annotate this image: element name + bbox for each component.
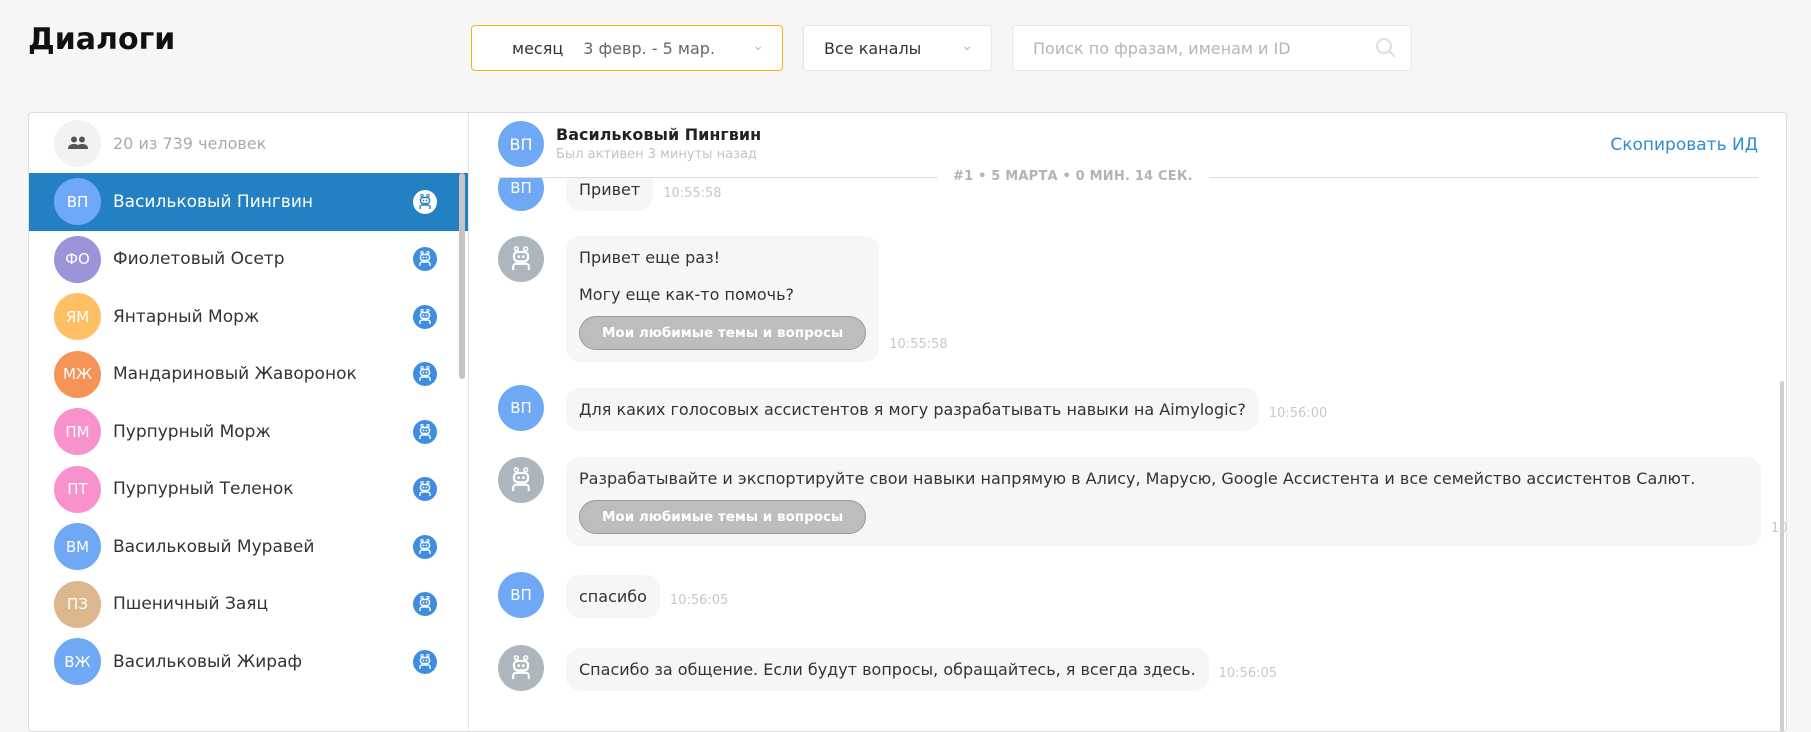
- avatar: ВП: [498, 572, 544, 618]
- bot-icon: [413, 247, 437, 272]
- message-text: Привет еще раз!: [579, 248, 720, 267]
- avatar: ЯМ: [54, 293, 101, 341]
- quick-reply-button[interactable]: Мои любимые темы и вопросы: [579, 500, 867, 534]
- message-time: 10:56:05: [669, 593, 729, 608]
- user-list-item[interactable]: ПМ Пурпурный Морж: [29, 403, 468, 461]
- bot-icon: [413, 304, 437, 329]
- bot-message: Привет еще раз! Могу еще как-то помочь? Мо…: [498, 236, 948, 362]
- channels-label: Все каналы: [824, 38, 922, 58]
- message-text: Привет: [579, 180, 641, 199]
- period-label: месяц: [512, 38, 564, 58]
- bot-avatar-icon: [498, 457, 544, 503]
- bot-icon: [413, 477, 437, 502]
- avatar: МЖ: [54, 350, 101, 398]
- user-count-text: 20 из 739 человек: [113, 133, 267, 153]
- user-list-item[interactable]: ПТ Пурпурный Теленок: [29, 461, 468, 519]
- message-time: 10:55:58: [663, 186, 722, 201]
- message-bubble: Разрабатывайте и экспортируйте свои навы…: [566, 457, 1761, 546]
- avatar: ВП: [54, 178, 101, 226]
- bot-avatar-icon: [498, 236, 544, 282]
- avatar: ВП: [498, 121, 544, 167]
- message-time: 10:56:05: [1218, 666, 1278, 681]
- search-input[interactable]: [1033, 38, 1353, 58]
- user-list-item[interactable]: ПЗ Пшеничный Заяц: [29, 576, 468, 634]
- bot-icon: [413, 362, 437, 387]
- user-name: Мандариновый Жаворонок: [113, 364, 357, 385]
- user-list-item[interactable]: ВЖ Васильковый Жираф: [29, 633, 468, 691]
- sidebar-scrollbar[interactable]: [459, 173, 465, 379]
- message-bubble: Привет еще раз! Могу еще как-то помочь? Мо…: [566, 236, 880, 362]
- user-message: ВП Привет 10:55:58: [498, 177, 722, 211]
- user-name: Пурпурный Морж: [113, 421, 271, 442]
- user-list-item[interactable]: ЯМ Янтарный Морж: [29, 288, 468, 346]
- chat-view: ВП Васильковый Пингвин Был активен 3 мин…: [469, 113, 1786, 731]
- people-icon: [54, 119, 101, 167]
- date-range-select[interactable]: месяц 3 февр. - 5 мар. ⌄: [471, 25, 783, 71]
- message-bubble: спасибо: [566, 575, 660, 618]
- message-bubble: Привет: [566, 177, 654, 211]
- user-name: Васильковый Муравей: [113, 536, 315, 557]
- quick-reply-button[interactable]: Мои любимые темы и вопросы: [579, 316, 867, 350]
- message-text: спасибо: [579, 587, 647, 606]
- chat-scrollbar[interactable]: [1780, 381, 1784, 731]
- user-list-item[interactable]: ВМ Васильковый Муравей: [29, 518, 468, 576]
- chat-user-name: Васильковый Пингвин: [556, 125, 762, 144]
- message-text: Спасибо за общение. Если будут вопросы, …: [579, 660, 1196, 679]
- message-text: Разрабатывайте и экспортируйте свои навы…: [579, 469, 1696, 488]
- bot-icon: [413, 649, 437, 674]
- session-label: #1 • 5 МАРТА • 0 МИН. 14 СЕК.: [947, 169, 1199, 185]
- page-title: Диалоги: [28, 22, 176, 57]
- channels-select[interactable]: Все каналы ⌄: [803, 25, 992, 71]
- date-range-label: 3 февр. - 5 мар.: [583, 38, 716, 58]
- message-bubble: Спасибо за общение. Если будут вопросы, …: [566, 648, 1209, 691]
- bot-message: Разрабатывайте и экспортируйте свои навы…: [498, 457, 1786, 546]
- user-name: Васильковый Жираф: [113, 651, 303, 672]
- bot-icon: [413, 592, 437, 617]
- message-time: 10:55:58: [889, 337, 948, 352]
- avatar: ПЗ: [54, 580, 101, 628]
- user-name: Пурпурный Теленок: [113, 479, 294, 500]
- divider: [498, 177, 938, 178]
- user-name: Васильковый Пингвин: [113, 191, 313, 212]
- avatar: ВП: [498, 385, 544, 431]
- user-message: ВП Для каких голосовых ассистентов я могу…: [498, 385, 1327, 431]
- avatar: ВП: [498, 177, 544, 211]
- chat-user-status: Был активен 3 минуты назад: [556, 147, 757, 162]
- avatar: ПМ: [54, 408, 101, 456]
- user-message: ВП спасибо 10:56:05: [498, 572, 728, 618]
- user-count: 20 из 739 человек: [29, 113, 468, 173]
- dialogs-panel: 20 из 739 человек ВП Васильковый Пингвин…: [28, 112, 1787, 732]
- divider: [1209, 177, 1758, 178]
- chevron-down-icon: ⌄: [752, 38, 764, 54]
- bot-icon: [413, 419, 437, 444]
- message-text: Для каких голосовых ассистентов я могу р…: [579, 400, 1246, 419]
- chevron-down-icon: ⌄: [961, 38, 973, 54]
- copy-id-link[interactable]: Скопировать ИД: [1610, 135, 1758, 155]
- message-list: ВП Привет 10:55:58 Привет еще раз! Могу еще …: [469, 177, 1786, 731]
- bot-message: Спасибо за общение. Если будут вопросы, …: [498, 645, 1277, 691]
- message-bubble: Для каких голосовых ассистентов я могу р…: [566, 388, 1259, 431]
- avatar: ВМ: [54, 523, 101, 571]
- message-time: 10:56:00: [1268, 406, 1328, 421]
- user-name: Фиолетовый Осетр: [113, 249, 285, 270]
- avatar: ВЖ: [54, 638, 101, 686]
- message-text: Могу еще как-то помочь?: [579, 285, 794, 304]
- user-list-item[interactable]: ВП Васильковый Пингвин: [29, 173, 468, 231]
- bot-icon: [413, 534, 437, 559]
- avatar: ПТ: [54, 465, 101, 513]
- user-list: 20 из 739 человек ВП Васильковый Пингвин…: [29, 113, 469, 731]
- avatar: ФО: [54, 235, 101, 283]
- user-list-item[interactable]: МЖ Мандариновый Жаворонок: [29, 346, 468, 404]
- search-icon: [1376, 38, 1396, 58]
- search-box[interactable]: [1012, 25, 1412, 71]
- user-name: Янтарный Морж: [113, 306, 260, 327]
- user-list-item[interactable]: ФО Фиолетовый Осетр: [29, 231, 468, 289]
- user-name: Пшеничный Заяц: [113, 594, 269, 615]
- bot-avatar-icon: [498, 645, 544, 691]
- bot-icon: [413, 189, 437, 214]
